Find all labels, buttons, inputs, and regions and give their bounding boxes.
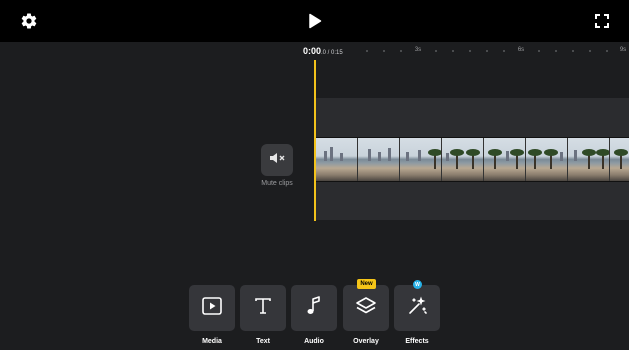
timeline-ruler[interactable]: 0:00.0 / 0:15 3s 6s 9s	[300, 42, 629, 60]
ruler-tick	[452, 50, 454, 52]
ruler-tick	[589, 50, 591, 52]
audio-label: Audio	[304, 338, 324, 345]
text-button[interactable]	[240, 285, 286, 331]
ruler-label-6s: 6s	[517, 47, 525, 53]
playback-time: 0:00.0 / 0:15	[303, 46, 343, 56]
ruler-tick	[606, 50, 608, 52]
clip-frame	[316, 138, 358, 181]
total-time: .0 / 0:15	[321, 50, 343, 56]
ruler-tick	[486, 50, 488, 52]
media-label: Media	[202, 338, 222, 345]
ruler-tick	[503, 50, 505, 52]
clip-frame	[568, 138, 610, 181]
ruler-tick	[383, 50, 385, 52]
effects-premium-badge: W	[413, 280, 422, 289]
video-editor: 0:00.0 / 0:15 3s 6s 9s Mute clips Media …	[0, 0, 629, 350]
ruler-tick	[400, 50, 402, 52]
ruler-label-3s: 3s	[414, 47, 422, 53]
effects-button[interactable]	[394, 285, 440, 331]
speaker-mute-icon	[269, 151, 285, 169]
clip-frame	[442, 138, 484, 181]
playhead[interactable]	[314, 60, 316, 221]
media-icon	[202, 296, 222, 320]
clip-frame	[484, 138, 526, 181]
layers-icon	[355, 295, 377, 322]
mute-clips-button[interactable]	[261, 144, 293, 176]
current-time: 0:00	[303, 46, 322, 56]
ruler-label-9s: 9s	[619, 47, 627, 53]
ruler-tick	[366, 50, 368, 52]
magic-wand-icon	[406, 295, 428, 322]
fullscreen-icon[interactable]	[592, 11, 612, 31]
clip-frame	[610, 138, 629, 181]
settings-gear-icon[interactable]	[19, 11, 39, 31]
overlay-button[interactable]	[343, 285, 389, 331]
text-label: Text	[256, 338, 270, 345]
overlay-new-badge: New	[357, 279, 376, 289]
ruler-tick	[435, 50, 437, 52]
effects-label: Effects	[405, 338, 429, 345]
overlay-label: Overlay	[353, 338, 379, 345]
ruler-tick	[538, 50, 540, 52]
clip-frame	[526, 138, 568, 181]
clip-frame	[358, 138, 400, 181]
text-icon	[254, 297, 272, 320]
top-bar	[0, 0, 629, 42]
media-button[interactable]	[189, 285, 235, 331]
clip-frame	[400, 138, 442, 181]
audio-button[interactable]	[291, 285, 337, 331]
music-note-icon	[306, 295, 322, 321]
ruler-tick	[555, 50, 557, 52]
ruler-tick	[469, 50, 471, 52]
video-clip[interactable]	[316, 137, 629, 182]
ruler-tick	[572, 50, 574, 52]
play-icon[interactable]	[305, 11, 325, 31]
mute-clips-label: Mute clips	[261, 180, 293, 187]
